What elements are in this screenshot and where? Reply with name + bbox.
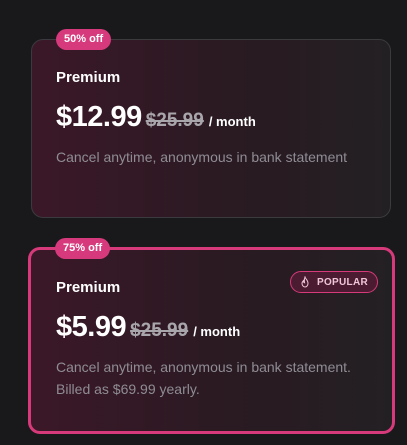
original-price: $25.99 <box>145 110 204 131</box>
plan-name: Premium <box>56 69 121 86</box>
discount-badge: 50% off <box>56 29 112 50</box>
flame-icon <box>299 276 311 288</box>
plan-description: Cancel anytime, anonymous in bank statem… <box>56 149 348 165</box>
price-row: $12.99 $25.99 / month <box>56 101 256 134</box>
plan-name: Premium <box>56 279 121 296</box>
current-price: $12.99 <box>56 101 142 133</box>
billing-period: / month <box>193 324 241 339</box>
pricing-page: 50% off Premium $12.99 $25.99 / month Ca… <box>0 0 407 445</box>
popular-tag: POPULAR <box>290 271 378 293</box>
billing-period: / month <box>208 114 256 129</box>
popular-label: POPULAR <box>317 276 368 288</box>
original-price: $25.99 <box>130 320 189 341</box>
plan-description: Cancel anytime, anonymous in bank statem… <box>56 359 351 397</box>
price-row: $5.99 $25.99 / month <box>56 311 240 344</box>
current-price: $5.99 <box>56 311 127 343</box>
discount-badge: 75% off <box>55 238 111 259</box>
